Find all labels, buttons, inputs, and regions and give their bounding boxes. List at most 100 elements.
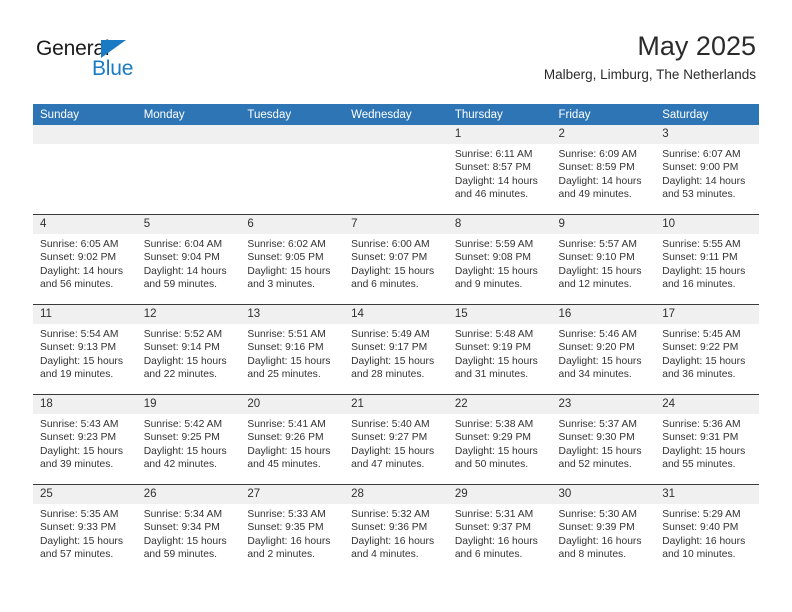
calendar-day-cell[interactable]: 31 Sunrise: 5:29 AM Sunset: 9:40 PM Dayligh… <box>655 484 759 574</box>
sunset-text: Sunset: 9:11 PM <box>662 252 738 264</box>
daylight-text-line2: and 34 minutes. <box>558 368 632 380</box>
calendar-day-cell[interactable]: 20 Sunrise: 5:41 AM Sunset: 9:26 PM Dayligh… <box>240 394 345 485</box>
sunrise-text: Sunrise: 5:42 AM <box>143 419 223 430</box>
day-number: 26 <box>136 485 241 504</box>
daylight-text-line1: Daylight: 15 hours <box>662 355 746 367</box>
calendar-day-cell[interactable]: 7 Sunrise: 6:00 AM Sunset: 9:07 PM Daylight… <box>344 214 448 305</box>
day-sun-info: Sunrise: 6:11 AM Sunset: 8:57 PM Daylight:… <box>448 144 552 201</box>
calendar-day-cell[interactable]: 22 Sunrise: 5:38 AM Sunset: 9:29 PM Dayligh… <box>447 394 552 485</box>
calendar-day-cell[interactable]: 11 Sunrise: 5:54 AM Sunset: 9:13 PM Dayligh… <box>33 304 137 395</box>
daylight-text-line1: Daylight: 15 hours <box>454 265 538 277</box>
sunrise-text: Sunrise: 5:59 AM <box>454 239 534 250</box>
calendar-day-cell[interactable]: 13 Sunrise: 5:51 AM Sunset: 9:16 PM Dayligh… <box>240 304 345 395</box>
sunrise-text: Sunrise: 5:48 AM <box>454 329 534 340</box>
logo-text-blue: Blue <box>92 57 134 80</box>
calendar-day-cell[interactable]: 26 Sunrise: 5:34 AM Sunset: 9:34 PM Dayligh… <box>136 484 241 574</box>
day-number: 27 <box>240 485 345 504</box>
calendar-day-cell[interactable]: 19 Sunrise: 5:42 AM Sunset: 9:25 PM Dayligh… <box>136 394 241 485</box>
calendar-week-row: 11 Sunrise: 5:54 AM Sunset: 9:13 PM Dayligh… <box>33 304 759 395</box>
daylight-text-line1: Daylight: 16 hours <box>454 535 538 547</box>
calendar-page: General Blue May 2025 Malberg, Limburg, … <box>0 0 792 612</box>
day-sun-info: Sunrise: 6:09 AM Sunset: 8:59 PM Daylight:… <box>552 144 656 201</box>
daylight-text-line1: Daylight: 15 hours <box>143 535 227 547</box>
sunrise-text: Sunrise: 5:54 AM <box>40 329 119 340</box>
day-number: 6 <box>240 215 345 234</box>
calendar-day-cell[interactable]: 21 Sunrise: 5:40 AM Sunset: 9:27 PM Dayligh… <box>344 394 448 485</box>
sunrise-text: Sunrise: 6:07 AM <box>662 149 741 160</box>
sunrise-text: Sunrise: 5:52 AM <box>143 329 223 340</box>
daylight-text-line2: and 16 minutes. <box>662 278 736 290</box>
day-number: 28 <box>344 485 448 504</box>
calendar-day-cell[interactable]: 24 Sunrise: 5:36 AM Sunset: 9:31 PM Dayligh… <box>655 394 759 485</box>
day-sun-info: Sunrise: 5:33 AM Sunset: 9:35 PM Daylight:… <box>240 504 344 561</box>
calendar-day-cell-empty <box>240 125 345 215</box>
calendar-day-cell[interactable]: 14 Sunrise: 5:49 AM Sunset: 9:17 PM Dayligh… <box>344 304 448 395</box>
sunrise-text: Sunrise: 5:45 AM <box>662 329 741 340</box>
calendar-day-cell[interactable]: 3 Sunrise: 6:07 AM Sunset: 9:00 PM Daylight… <box>655 125 759 215</box>
calendar-day-cell[interactable]: 5 Sunrise: 6:04 AM Sunset: 9:04 PM Daylight… <box>136 214 241 305</box>
day-sun-info: Sunrise: 6:00 AM Sunset: 9:07 PM Daylight:… <box>344 234 448 291</box>
daylight-text-line1: Daylight: 15 hours <box>351 445 435 457</box>
calendar-day-cell[interactable]: 8 Sunrise: 5:59 AM Sunset: 9:08 PM Daylight… <box>447 214 552 305</box>
calendar-day-cell[interactable]: 6 Sunrise: 6:02 AM Sunset: 9:05 PM Daylight… <box>240 214 345 305</box>
daylight-text-line1: Daylight: 15 hours <box>247 445 331 457</box>
daylight-text-line1: Daylight: 15 hours <box>40 355 123 367</box>
calendar-day-cell[interactable]: 12 Sunrise: 5:52 AM Sunset: 9:14 PM Dayligh… <box>136 304 241 395</box>
sunrise-text: Sunrise: 5:33 AM <box>247 509 326 520</box>
sunset-text: Sunset: 9:39 PM <box>558 522 635 534</box>
calendar-day-cell[interactable]: 18 Sunrise: 5:43 AM Sunset: 9:23 PM Dayligh… <box>33 394 137 485</box>
calendar-day-cell[interactable]: 25 Sunrise: 5:35 AM Sunset: 9:33 PM Dayligh… <box>33 484 137 574</box>
sunset-text: Sunset: 9:16 PM <box>247 342 324 354</box>
day-number: 13 <box>240 305 345 324</box>
daylight-text-line1: Daylight: 14 hours <box>558 175 642 187</box>
daylight-text-line1: Daylight: 15 hours <box>40 535 123 547</box>
calendar-day-cell[interactable]: 23 Sunrise: 5:37 AM Sunset: 9:30 PM Dayligh… <box>551 394 656 485</box>
day-number <box>344 125 448 144</box>
daylight-text-line2: and 59 minutes. <box>143 548 217 560</box>
calendar-day-cell[interactable]: 15 Sunrise: 5:48 AM Sunset: 9:19 PM Dayligh… <box>447 304 552 395</box>
sunrise-text: Sunrise: 6:05 AM <box>40 239 119 250</box>
sunrise-text: Sunrise: 6:09 AM <box>558 149 637 160</box>
daylight-text-line2: and 3 minutes. <box>247 278 315 290</box>
day-number: 17 <box>655 305 759 324</box>
calendar-day-cell[interactable]: 9 Sunrise: 5:57 AM Sunset: 9:10 PM Daylight… <box>551 214 656 305</box>
day-number: 16 <box>551 305 656 324</box>
daylight-text-line1: Daylight: 16 hours <box>351 535 435 547</box>
sunset-text: Sunset: 9:36 PM <box>351 522 428 534</box>
daylight-text-line1: Daylight: 15 hours <box>40 445 123 457</box>
day-sun-info: Sunrise: 5:38 AM Sunset: 9:29 PM Daylight:… <box>448 414 552 471</box>
sunrise-text: Sunrise: 5:34 AM <box>143 509 223 520</box>
sunset-text: Sunset: 9:27 PM <box>351 432 428 444</box>
day-sun-info: Sunrise: 5:35 AM Sunset: 9:33 PM Daylight:… <box>33 504 137 561</box>
daylight-text-line2: and 57 minutes. <box>40 548 114 560</box>
weekday-header-thursday: Thursday <box>447 104 552 125</box>
daylight-text-line2: and 8 minutes. <box>558 548 627 560</box>
daylight-text-line2: and 47 minutes. <box>351 458 425 470</box>
calendar-day-cell[interactable]: 17 Sunrise: 5:45 AM Sunset: 9:22 PM Dayligh… <box>655 304 759 395</box>
calendar-day-cell[interactable]: 27 Sunrise: 5:33 AM Sunset: 9:35 PM Dayligh… <box>240 484 345 574</box>
calendar-day-cell[interactable]: 28 Sunrise: 5:32 AM Sunset: 9:36 PM Dayligh… <box>344 484 448 574</box>
general-blue-logo[interactable]: General Blue <box>36 38 166 86</box>
calendar-day-cell[interactable]: 16 Sunrise: 5:46 AM Sunset: 9:20 PM Dayligh… <box>551 304 656 395</box>
day-sun-info: Sunrise: 5:57 AM Sunset: 9:10 PM Daylight:… <box>552 234 656 291</box>
calendar-day-cell[interactable]: 4 Sunrise: 6:05 AM Sunset: 9:02 PM Daylight… <box>33 214 137 305</box>
sunset-text: Sunset: 9:26 PM <box>247 432 324 444</box>
daylight-text-line1: Daylight: 15 hours <box>558 445 642 457</box>
sunset-text: Sunset: 9:23 PM <box>40 432 117 444</box>
daylight-text-line2: and 22 minutes. <box>143 368 217 380</box>
daylight-text-line1: Daylight: 15 hours <box>558 265 642 277</box>
calendar-day-cell[interactable]: 30 Sunrise: 5:30 AM Sunset: 9:39 PM Dayligh… <box>551 484 656 574</box>
sunset-text: Sunset: 9:13 PM <box>40 342 117 354</box>
calendar-day-cell[interactable]: 29 Sunrise: 5:31 AM Sunset: 9:37 PM Dayligh… <box>447 484 552 574</box>
daylight-text-line1: Daylight: 15 hours <box>351 355 435 367</box>
calendar-day-cell[interactable]: 2 Sunrise: 6:09 AM Sunset: 8:59 PM Daylight… <box>551 125 656 215</box>
calendar-day-cell[interactable]: 10 Sunrise: 5:55 AM Sunset: 9:11 PM Dayligh… <box>655 214 759 305</box>
sunset-text: Sunset: 9:19 PM <box>454 342 531 354</box>
daylight-text-line2: and 9 minutes. <box>454 278 523 290</box>
calendar-day-cell-empty <box>136 125 241 215</box>
calendar-week-row: 25 Sunrise: 5:35 AM Sunset: 9:33 PM Dayligh… <box>33 484 759 574</box>
calendar-day-cell[interactable]: 1 Sunrise: 6:11 AM Sunset: 8:57 PM Daylight… <box>447 125 552 215</box>
daylight-text-line1: Daylight: 15 hours <box>558 355 642 367</box>
sunrise-text: Sunrise: 6:11 AM <box>454 149 533 160</box>
sunrise-text: Sunrise: 5:49 AM <box>351 329 430 340</box>
